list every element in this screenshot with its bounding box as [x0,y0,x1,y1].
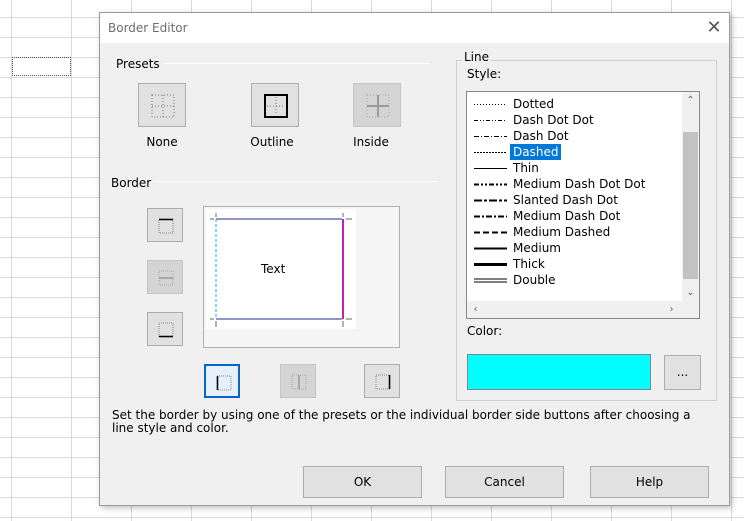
line-style-label: Dash Dot Dot [513,113,594,127]
border-editor-dialog: Border Editor ✕ Presets None Outline Ins… [99,12,730,506]
horizontal-scrollbar[interactable]: ‹ › [467,301,699,318]
preview-text: Text [261,262,286,276]
line-style-label: Thick [513,257,545,271]
line-style-label: Dash Dot [513,129,569,143]
scroll-down-icon[interactable]: ⌄ [682,284,699,301]
presets-divider [164,63,429,64]
dialog-title: Border Editor [108,21,188,35]
line-style-sample [474,247,507,250]
border-inside-vertical-icon [291,374,307,390]
color-swatch[interactable] [467,354,651,390]
preset-none-button[interactable] [138,83,186,127]
preset-outline-label: Outline [250,135,294,149]
line-style-sample [474,152,507,153]
line-style-sample [474,168,507,169]
preset-outline-button[interactable] [251,83,299,127]
line-style-sample [474,231,507,234]
border-inside-vertical-button[interactable] [280,364,316,398]
line-style-item[interactable]: Dash Dot Dot [471,112,683,128]
preset-outline-icon [264,94,288,118]
line-style-sample [474,120,507,121]
border-left-icon [216,375,232,391]
border-bottom-icon [158,322,174,338]
line-style-sample [474,278,507,283]
more-colors-button[interactable]: ... [664,355,701,390]
line-style-label: Dashed [510,144,562,160]
line-style-sample [474,183,507,186]
line-group-label: Line [462,50,492,64]
line-style-label: Medium Dash Dot [513,209,621,223]
line-style-label: Medium [513,241,561,255]
preview-cell: Text [206,209,356,329]
cancel-button[interactable]: Cancel [445,466,564,498]
line-style-sample [474,199,507,202]
preset-none-icon [151,94,175,118]
selected-spreadsheet-cell[interactable] [12,57,71,76]
border-inside-horizontal-button[interactable] [147,260,183,294]
border-divider [156,181,437,182]
line-style-sample [474,215,507,218]
scroll-right-icon[interactable]: › [663,301,680,318]
line-style-label: Double [513,273,556,287]
scroll-up-icon[interactable]: ⌃ [682,92,699,109]
presets-group-label: Presets [116,57,160,71]
border-preview[interactable]: Text [203,206,400,348]
help-button[interactable]: Help [590,466,709,498]
preset-none-label: None [146,135,178,149]
preset-inside-label: Inside [353,135,389,149]
line-style-label: Medium Dashed [513,225,611,239]
line-style-sample [474,136,507,137]
line-style-item[interactable]: Dashed [471,144,683,160]
line-style-sample [474,263,507,266]
instructions-text: Set the border by using one of the prese… [112,408,691,435]
line-style-item[interactable]: Dotted [471,96,683,112]
line-style-label: Dotted [513,97,554,111]
vertical-scrollbar[interactable]: ⌃ ⌄ [682,92,699,302]
line-style-sample [474,104,507,105]
border-top-button[interactable] [147,208,183,242]
vertical-scroll-thumb[interactable] [683,132,698,279]
color-label: Color: [467,324,503,338]
title-bar: Border Editor ✕ [100,13,729,43]
ok-button[interactable]: OK [303,466,422,498]
line-style-label: Medium Dash Dot Dot [513,177,646,191]
border-inside-horizontal-icon [158,270,174,286]
border-group-label: Border [111,176,152,190]
line-style-item[interactable]: Dash Dot [471,128,683,144]
border-top-icon [158,218,174,234]
line-style-item[interactable]: Medium [471,240,683,256]
style-label: Style: [467,67,502,81]
close-icon: ✕ [706,17,722,38]
line-style-list[interactable]: Dotted Dash Dot Dot Dash Dot Dashed Thin Medi… [466,91,700,319]
preset-inside-icon [366,94,390,118]
line-style-item[interactable]: Thick [471,256,683,272]
line-style-item[interactable]: Medium Dash Dot [471,208,683,224]
line-style-item[interactable]: Medium Dashed [471,224,683,240]
border-left-button[interactable] [204,364,240,398]
line-style-label: Thin [513,161,539,175]
line-style-label: Slanted Dash Dot [513,193,618,207]
line-style-item[interactable]: Medium Dash Dot Dot [471,176,683,192]
line-style-item[interactable]: Slanted Dash Dot [471,192,683,208]
border-right-icon [375,374,391,390]
line-style-item[interactable]: Thin [471,160,683,176]
scroll-left-icon[interactable]: ‹ [467,301,484,318]
preset-inside-button[interactable] [353,83,401,127]
close-button[interactable]: ✕ [701,16,727,40]
border-bottom-button[interactable] [147,312,183,346]
line-style-item[interactable]: Double [471,272,683,288]
border-right-button[interactable] [364,364,400,398]
